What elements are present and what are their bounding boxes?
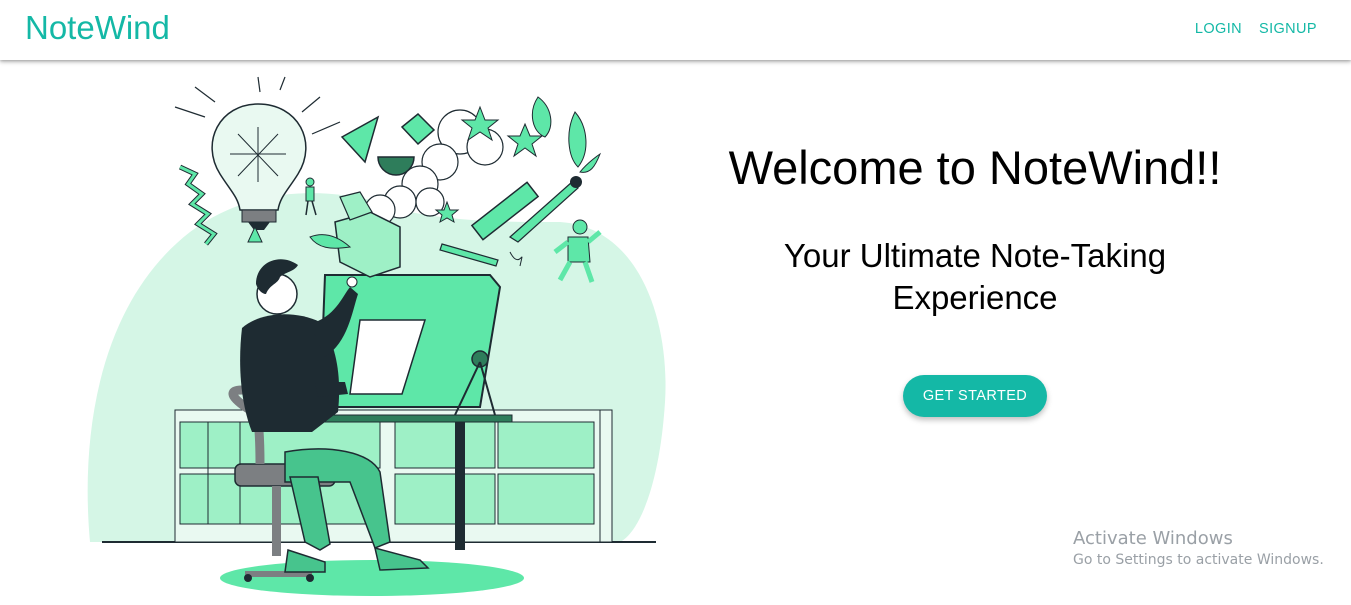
signup-link[interactable]: SIGNUP: [1259, 21, 1317, 37]
watermark-title: Activate Windows: [1073, 528, 1233, 549]
login-link[interactable]: LOGIN: [1195, 21, 1242, 37]
hero-title: Welcome to NoteWind!!: [728, 141, 1222, 194]
get-started-button[interactable]: GET STARTED: [902, 375, 1048, 417]
navbar: NoteWind LOGIN SIGNUP: [0, 0, 1351, 60]
nav-links: LOGIN SIGNUP: [1195, 21, 1317, 37]
watermark-subtitle: Go to Settings to activate Windows.: [1073, 552, 1324, 568]
hero-content: Welcome to NoteWind!! Your Ultimate Note…: [700, 140, 1250, 417]
hero-subtitle: Your Ultimate Note-Taking Experience: [783, 237, 1167, 316]
activate-windows-watermark: Activate Windows Go to Settings to activ…: [1073, 528, 1324, 568]
hero-illustration: [80, 72, 680, 600]
brand-logo[interactable]: NoteWind: [25, 9, 170, 47]
designer-illustration-icon: [87, 76, 666, 596]
